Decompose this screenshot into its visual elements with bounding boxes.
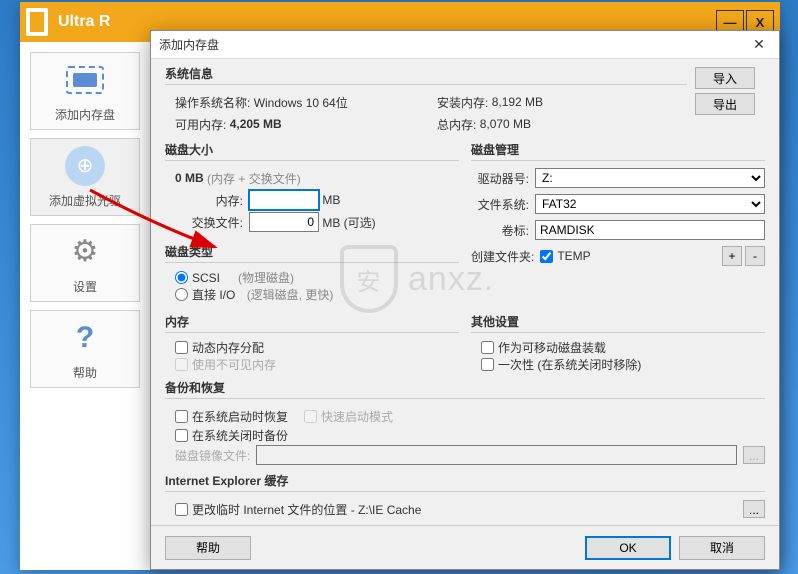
group-title: 磁盘管理 [471, 141, 765, 158]
radio-scsi-note: (物理磁盘) [238, 269, 294, 286]
group-title: 内存 [165, 313, 459, 330]
sidebar-label: 添加虚拟光驱 [49, 192, 121, 209]
total-mem-label: 总内存: [437, 116, 476, 133]
swap-input[interactable] [249, 212, 319, 232]
import-button[interactable]: 导入 [695, 67, 755, 89]
dialog-footer: 帮助 OK 取消 [151, 525, 779, 569]
dialog-titlebar: 添加内存盘 ✕ [151, 31, 779, 59]
sidebar-label: 设置 [73, 278, 97, 295]
dialog-title: 添加内存盘 [159, 36, 739, 53]
group-title: Internet Explorer 缓存 [165, 472, 765, 489]
sidebar-item-settings[interactable]: ⚙ 设置 [30, 224, 140, 302]
chip-icon [65, 60, 105, 100]
memory-unit: MB [322, 193, 340, 207]
checkbox-dynamic-alloc[interactable]: 动态内存分配 [165, 339, 459, 356]
memory-label: 内存: [165, 192, 249, 209]
checkbox-save-on-shutdown[interactable]: 在系统关闭时备份 [165, 427, 765, 444]
radio-scsi-label: SCSI [192, 271, 220, 285]
drive-letter-label: 驱动器号: [471, 170, 535, 187]
swap-unit: MB (可选) [322, 214, 375, 231]
group-title: 磁盘大小 [165, 141, 459, 158]
cancel-button[interactable]: 取消 [679, 536, 765, 560]
group-system-info: 系统信息 操作系统名称: Windows 10 64位 可用内存: 4,205 … [165, 65, 765, 135]
installed-mem-value: 8,192 MB [492, 95, 543, 109]
dialog-body: 系统信息 操作系统名称: Windows 10 64位 可用内存: 4,205 … [151, 59, 779, 525]
sidebar-item-add-ramdisk[interactable]: 添加内存盘 [30, 52, 140, 130]
checkbox-fastboot: 快速启动模式 [304, 408, 393, 425]
checkbox-invisible-mem: 使用不可见内存 [165, 356, 459, 373]
image-file-browse-button[interactable]: ... [743, 446, 765, 464]
group-title: 备份和恢复 [165, 379, 765, 396]
group-other-settings: 其他设置 作为可移动磁盘装载 一次性 (在系统关闭时移除) [471, 313, 765, 373]
dialog-close-button[interactable]: ✕ [739, 31, 779, 59]
memory-input[interactable] [249, 190, 319, 210]
total-mem-value: 8,070 MB [480, 117, 531, 131]
group-disk-size: 磁盘大小 0 MB (内存 + 交换文件) 内存: MB 交换文件: MB (可… [165, 141, 459, 303]
sidebar-item-help[interactable]: ? 帮助 [30, 310, 140, 388]
create-folder-label: 创建文件夹: [471, 248, 540, 265]
gear-icon: ⚙ [65, 232, 105, 272]
volume-label-input[interactable] [535, 220, 765, 240]
remove-folder-button[interactable]: - [745, 246, 765, 266]
radio-direct-io-note: (逻辑磁盘, 更快) [247, 286, 334, 303]
radio-direct-io-label: 直接 I/O [192, 286, 235, 303]
os-value: Windows 10 64位 [254, 94, 348, 111]
group-memory: 内存 动态内存分配 使用不可见内存 [165, 313, 459, 373]
sidebar: 添加内存盘 ⊕ 添加虚拟光驱 ⚙ 设置 ? 帮助 [30, 52, 140, 396]
sidebar-item-add-virtual-drive[interactable]: ⊕ 添加虚拟光驱 [30, 138, 140, 216]
drive-letter-select[interactable]: Z: [535, 168, 765, 188]
checkbox-removable[interactable]: 作为可移动磁盘装载 [471, 339, 765, 356]
export-button[interactable]: 导出 [695, 93, 755, 115]
checkbox-temp-folder[interactable]: TEMP [540, 249, 590, 263]
avail-mem-value: 4,205 MB [230, 117, 282, 131]
group-ie-cache: Internet Explorer 缓存 更改临时 Internet 文件的位置… [165, 472, 765, 520]
radio-scsi-input[interactable] [175, 271, 188, 284]
add-folder-button[interactable]: + [722, 246, 742, 266]
add-ramdisk-dialog: 添加内存盘 ✕ 系统信息 操作系统名称: Windows 10 64位 可用内存… [150, 30, 780, 570]
question-icon: ? [65, 318, 105, 358]
app-logo-icon [26, 8, 48, 36]
swap-label: 交换文件: [165, 214, 249, 231]
sidebar-label: 帮助 [73, 364, 97, 381]
group-backup-restore: 备份和恢复 在系统启动时恢复 快速启动模式 在系统关闭时备份 磁盘镜像文件: .… [165, 379, 765, 466]
avail-mem-label: 可用内存: [175, 116, 226, 133]
group-title: 其他设置 [471, 313, 765, 330]
group-title: 系统信息 [165, 65, 687, 82]
help-button[interactable]: 帮助 [165, 536, 251, 560]
ok-button[interactable]: OK [585, 536, 671, 560]
volume-label-label: 卷标: [471, 222, 535, 239]
sidebar-label: 添加内存盘 [55, 106, 115, 123]
checkbox-ie-cache[interactable]: 更改临时 Internet 文件的位置 - Z:\IE Cache [175, 501, 421, 518]
checkbox-restore-on-boot[interactable]: 在系统启动时恢复 [175, 408, 288, 425]
checkbox-onetime[interactable]: 一次性 (在系统关闭时移除) [471, 356, 765, 373]
radio-direct-io[interactable]: 直接 I/O (逻辑磁盘, 更快) [165, 286, 459, 303]
filesystem-label: 文件系统: [471, 196, 535, 213]
radio-scsi[interactable]: SCSI (物理磁盘) [165, 269, 459, 286]
plus-circle-icon: ⊕ [65, 146, 105, 186]
disk-size-summary-note: (内存 + 交换文件) [207, 170, 301, 187]
group-disk-management: 磁盘管理 驱动器号: Z: 文件系统: FAT32 卷标: 创建文件夹: TEM… [471, 141, 765, 303]
filesystem-select[interactable]: FAT32 [535, 194, 765, 214]
image-file-label: 磁盘镜像文件: [175, 447, 250, 464]
main-title: Ultra R [58, 13, 714, 31]
image-file-input [256, 445, 737, 465]
os-label: 操作系统名称: [175, 94, 250, 111]
installed-mem-label: 安装内存: [437, 94, 488, 111]
disk-size-summary: 0 MB [175, 171, 204, 185]
group-title: 磁盘类型 [165, 243, 459, 260]
ie-cache-browse-button[interactable]: ... [743, 500, 765, 518]
radio-direct-io-input[interactable] [175, 288, 188, 301]
